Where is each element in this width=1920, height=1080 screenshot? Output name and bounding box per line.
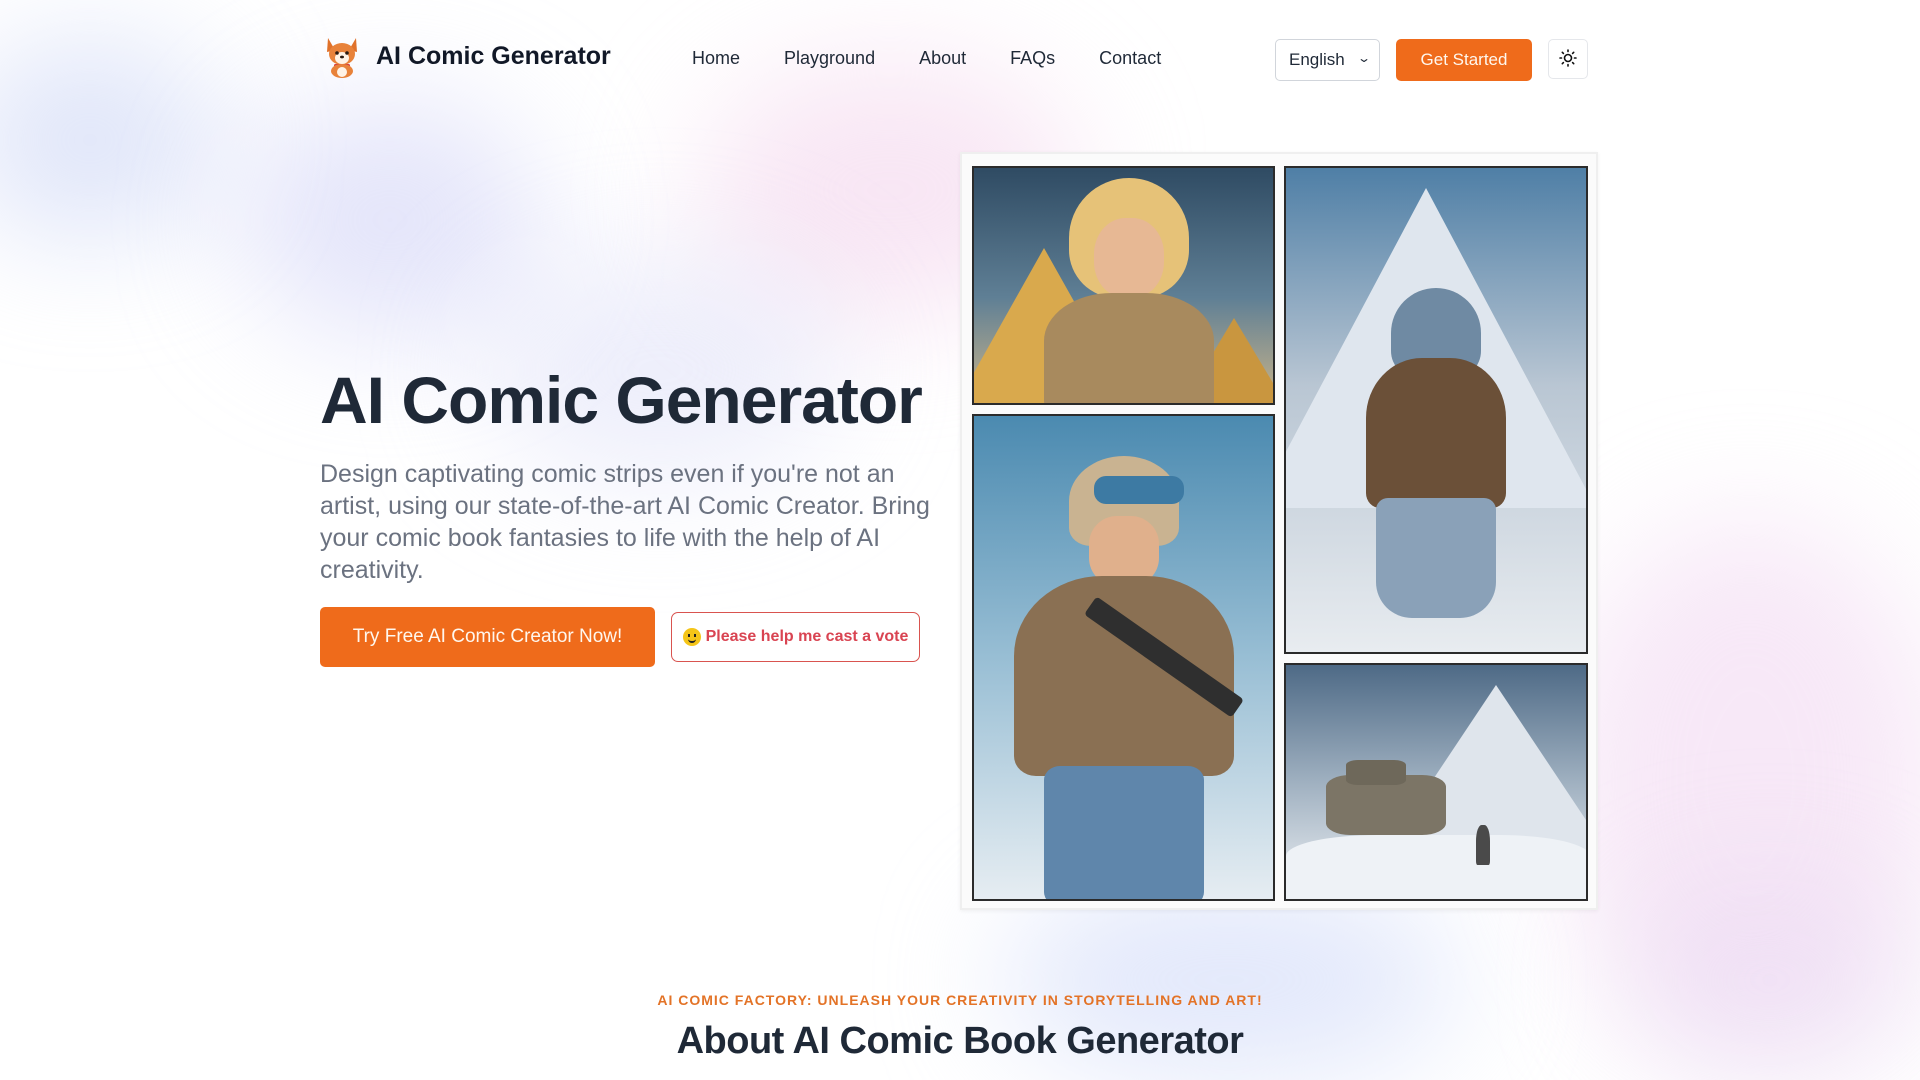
nav-contact[interactable]: Contact	[1099, 48, 1161, 69]
try-free-cta-button[interactable]: Try Free AI Comic Creator Now!	[320, 607, 655, 667]
corgi-mascot-icon	[322, 34, 362, 78]
nav-faqs[interactable]: FAQs	[1010, 48, 1055, 69]
site-header: AI Comic Generator Home Playground About…	[0, 0, 1920, 120]
nav-home[interactable]: Home	[692, 48, 740, 69]
vote-button[interactable]: Please help me cast a vote	[671, 612, 920, 662]
about-section-title: About AI Comic Book Generator	[676, 1020, 1244, 1062]
slightly-smiling-face-icon	[682, 628, 701, 646]
comic-panel	[972, 166, 1275, 405]
theme-toggle-button[interactable]	[1548, 39, 1588, 79]
nav-playground[interactable]: Playground	[784, 48, 875, 69]
sun-icon	[1559, 48, 1577, 70]
background-gradient	[240, 100, 540, 340]
about-kicker: AI COMIC FACTORY: UNLEASH YOUR CREATIVIT…	[657, 992, 1263, 1008]
hero-description: Design captivating comic strips even if …	[320, 460, 930, 584]
comic-panel	[1284, 663, 1588, 901]
vote-label: Please help me cast a vote	[705, 628, 909, 645]
brand-title: AI Comic Generator	[376, 41, 611, 70]
hero-title: AI Comic Generator	[320, 363, 923, 437]
comic-panel	[1284, 166, 1588, 654]
background-gradient	[1560, 520, 1920, 1040]
nav-about[interactable]: About	[919, 48, 966, 69]
language-selected: English	[1289, 50, 1345, 69]
comic-panel	[972, 414, 1275, 901]
get-started-button[interactable]: Get Started	[1396, 39, 1532, 81]
language-select[interactable]: English ⌄	[1275, 39, 1380, 81]
brand-logo-link[interactable]: AI Comic Generator	[322, 34, 611, 78]
chevron-down-icon: ⌄	[1356, 51, 1371, 65]
comic-preview-grid	[960, 152, 1598, 910]
main-nav: Home Playground About FAQs Contact	[692, 48, 1161, 69]
